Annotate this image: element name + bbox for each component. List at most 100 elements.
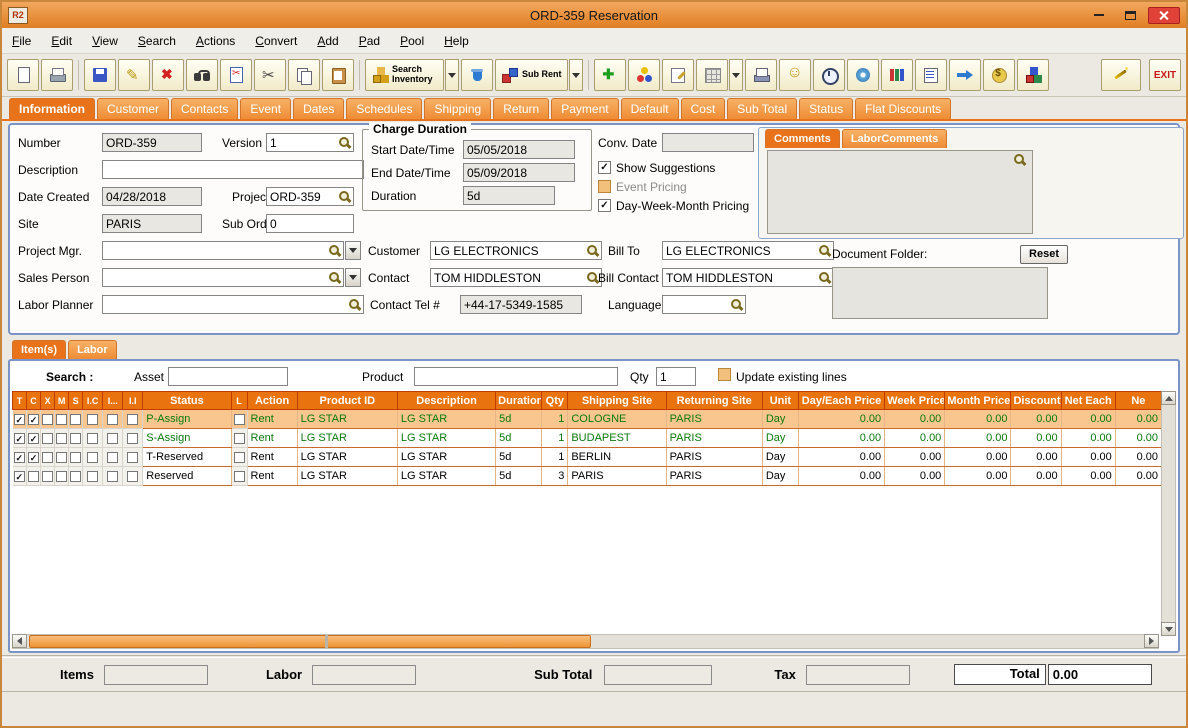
version-input[interactable] bbox=[267, 135, 338, 150]
labor-planner-input[interactable] bbox=[103, 297, 348, 312]
col-header-day-each-price[interactable]: Day/Each Price bbox=[797, 391, 886, 410]
row-checkbox-i1[interactable] bbox=[107, 470, 119, 482]
col-header-shipping-site[interactable]: Shipping Site bbox=[567, 391, 667, 410]
total-value-field[interactable] bbox=[1047, 664, 1152, 685]
item-row-2[interactable]: ✓ ✓ S-Assign Rent LG STAR LG STAR 5d 1 B… bbox=[12, 428, 1163, 448]
row-checkbox-s[interactable] bbox=[70, 432, 82, 444]
scroll-right-button[interactable] bbox=[1144, 634, 1159, 648]
row-checkbox-ic[interactable] bbox=[87, 451, 99, 463]
catalog-button[interactable] bbox=[880, 59, 913, 91]
search-inventory-button[interactable]: Search Inventory bbox=[365, 59, 444, 91]
labor-total-field[interactable] bbox=[312, 664, 417, 685]
labor-planner-field[interactable] bbox=[102, 295, 364, 314]
tax-field[interactable] bbox=[805, 664, 910, 685]
find-button[interactable] bbox=[186, 59, 218, 91]
tab-status[interactable]: Status bbox=[799, 98, 854, 119]
magnifier-icon[interactable] bbox=[338, 136, 352, 150]
menu-item-search[interactable]: Search bbox=[138, 34, 176, 48]
col-header-t[interactable]: T bbox=[11, 391, 28, 410]
number-field[interactable] bbox=[102, 133, 202, 152]
add-line-button[interactable] bbox=[593, 59, 626, 91]
col-header-duration[interactable]: Duration bbox=[495, 391, 543, 410]
row-checkbox-l[interactable] bbox=[233, 451, 245, 463]
close-button[interactable] bbox=[1148, 6, 1180, 24]
language-field[interactable] bbox=[662, 295, 746, 314]
tab-schedules[interactable]: Schedules bbox=[346, 98, 423, 119]
col-header-unit[interactable]: Unit bbox=[761, 391, 799, 410]
row-checkbox-i1[interactable] bbox=[107, 451, 119, 463]
contact-field[interactable] bbox=[430, 268, 602, 287]
vertical-scrollbar[interactable] bbox=[1161, 391, 1176, 636]
row-checkbox-s[interactable] bbox=[70, 413, 82, 425]
scroll-up-button[interactable] bbox=[1161, 391, 1176, 405]
tab-event[interactable]: Event bbox=[240, 98, 292, 119]
sub-total-field[interactable] bbox=[604, 664, 713, 685]
items-total-field[interactable] bbox=[103, 664, 208, 685]
tab-customer[interactable]: Customer bbox=[97, 98, 170, 119]
menu-item-pad[interactable]: Pad bbox=[359, 34, 380, 48]
maximize-button[interactable] bbox=[1117, 7, 1143, 24]
description-field[interactable] bbox=[102, 160, 364, 179]
magnifier-icon[interactable] bbox=[328, 244, 342, 258]
col-header-product-id[interactable]: Product ID bbox=[296, 391, 398, 410]
end-date-field[interactable] bbox=[463, 163, 575, 182]
sales-person-dropdown[interactable] bbox=[345, 268, 361, 287]
bill-contact-field[interactable] bbox=[662, 268, 834, 287]
col-header-action[interactable]: Action bbox=[246, 391, 298, 410]
row-checkbox-x[interactable] bbox=[42, 432, 54, 444]
col-header-net-each[interactable]: Net Each bbox=[1060, 391, 1116, 410]
menu-item-pool[interactable]: Pool bbox=[400, 34, 424, 48]
tab-comments[interactable]: Comments bbox=[765, 129, 840, 148]
site-field[interactable] bbox=[102, 214, 202, 233]
magnifier-icon[interactable] bbox=[586, 244, 600, 258]
col-header-c[interactable]: C bbox=[26, 391, 42, 410]
minimize-button[interactable] bbox=[1086, 7, 1112, 24]
customer-input[interactable] bbox=[431, 243, 586, 258]
sub-rent-dropdown[interactable] bbox=[568, 59, 583, 91]
magnifier-icon[interactable] bbox=[730, 298, 744, 312]
exit-button[interactable]: EXIT bbox=[1149, 59, 1181, 91]
col-header-m[interactable]: M bbox=[54, 391, 70, 410]
tab-information[interactable]: Information bbox=[9, 98, 95, 119]
row-checkbox-t[interactable]: ✓ bbox=[13, 413, 25, 425]
col-header-ne[interactable]: Ne bbox=[1114, 391, 1163, 410]
feedback-button[interactable] bbox=[778, 59, 811, 91]
tab-items[interactable]: Item(s) bbox=[12, 340, 67, 359]
language-input[interactable] bbox=[663, 297, 730, 312]
save-button[interactable] bbox=[84, 59, 116, 91]
col-header-discount[interactable]: Discount bbox=[1010, 391, 1062, 410]
row-checkbox-m[interactable] bbox=[56, 432, 68, 444]
horizontal-scrollbar[interactable] bbox=[12, 634, 1159, 649]
row-checkbox-c[interactable]: ✓ bbox=[28, 413, 40, 425]
product-input[interactable] bbox=[414, 367, 618, 386]
export-button[interactable] bbox=[948, 59, 981, 91]
row-checkbox-c[interactable] bbox=[28, 470, 40, 482]
reset-button[interactable]: Reset bbox=[1020, 245, 1068, 264]
paste-button[interactable] bbox=[322, 59, 354, 91]
item-row-1[interactable]: ✓ ✓ P-Assign Rent LG STAR LG STAR 5d 1 C… bbox=[12, 409, 1163, 429]
duration-field[interactable] bbox=[463, 186, 555, 205]
notes-button[interactable] bbox=[914, 59, 947, 91]
scroll-left-button[interactable] bbox=[12, 634, 27, 648]
tab-labor-comments[interactable]: LaborComments bbox=[841, 129, 948, 148]
conv-date-field[interactable] bbox=[662, 133, 754, 152]
horizontal-scroll-thumb[interactable] bbox=[29, 635, 591, 648]
cut-button[interactable] bbox=[254, 59, 286, 91]
row-checkbox-x[interactable] bbox=[42, 451, 54, 463]
row-checkbox-s[interactable] bbox=[70, 470, 82, 482]
convert-button[interactable] bbox=[220, 59, 252, 91]
menu-item-actions[interactable]: Actions bbox=[196, 34, 235, 48]
pad-dropdown[interactable] bbox=[728, 59, 743, 91]
wand-button[interactable] bbox=[1101, 59, 1141, 91]
magnifier-icon[interactable] bbox=[818, 244, 832, 258]
bill-to-input[interactable] bbox=[663, 243, 818, 258]
row-checkbox-t[interactable]: ✓ bbox=[13, 432, 25, 444]
row-checkbox-l[interactable] bbox=[233, 432, 245, 444]
row-checkbox-i1[interactable] bbox=[107, 432, 119, 444]
start-date-field[interactable] bbox=[463, 140, 575, 159]
magnifier-icon[interactable] bbox=[818, 271, 832, 285]
sales-person-input[interactable] bbox=[103, 270, 328, 285]
col-header-month-price[interactable]: Month Price bbox=[944, 391, 1012, 410]
col-header-week-price[interactable]: Week Price bbox=[884, 391, 946, 410]
row-checkbox-ii[interactable] bbox=[127, 432, 139, 444]
